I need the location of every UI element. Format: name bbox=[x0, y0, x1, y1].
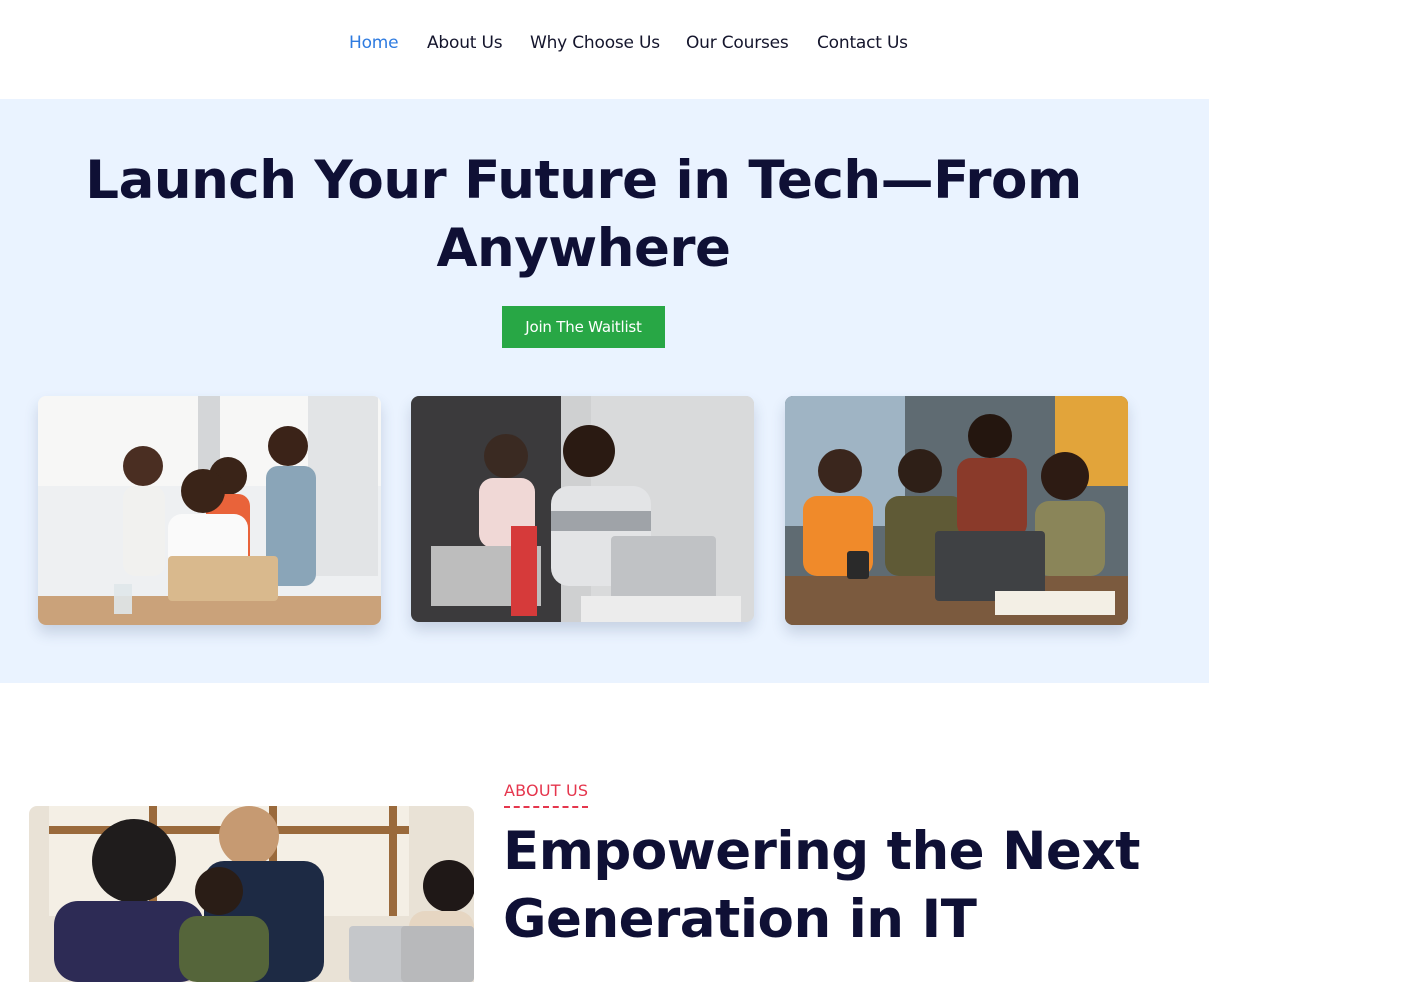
nav-item-why-choose-us[interactable]: Why Choose Us bbox=[530, 33, 660, 53]
main-nav: Home About Us Why Choose Us Our Courses … bbox=[0, 0, 1209, 99]
hero-section: Launch Your Future in Tech—From Anywhere… bbox=[0, 99, 1209, 683]
about-eyebrow: ABOUT US bbox=[504, 781, 589, 808]
join-waitlist-button[interactable]: Join The Waitlist bbox=[502, 306, 665, 348]
student-smiling-laptop-photo bbox=[411, 396, 754, 622]
about-title: Empowering the Next Generation in IT bbox=[503, 821, 1140, 950]
nav-item-about-us[interactable]: About Us bbox=[427, 33, 503, 53]
about-classroom-photo bbox=[29, 806, 474, 982]
nav-item-contact-us[interactable]: Contact Us bbox=[817, 33, 908, 53]
students-group-laptop-photo bbox=[38, 396, 381, 625]
friends-studying-together-photo bbox=[785, 396, 1128, 625]
nav-item-our-courses[interactable]: Our Courses bbox=[686, 33, 789, 53]
nav-item-home[interactable]: Home bbox=[349, 33, 399, 53]
hero-title: Launch Your Future in Tech—From Anywhere bbox=[85, 150, 1082, 279]
